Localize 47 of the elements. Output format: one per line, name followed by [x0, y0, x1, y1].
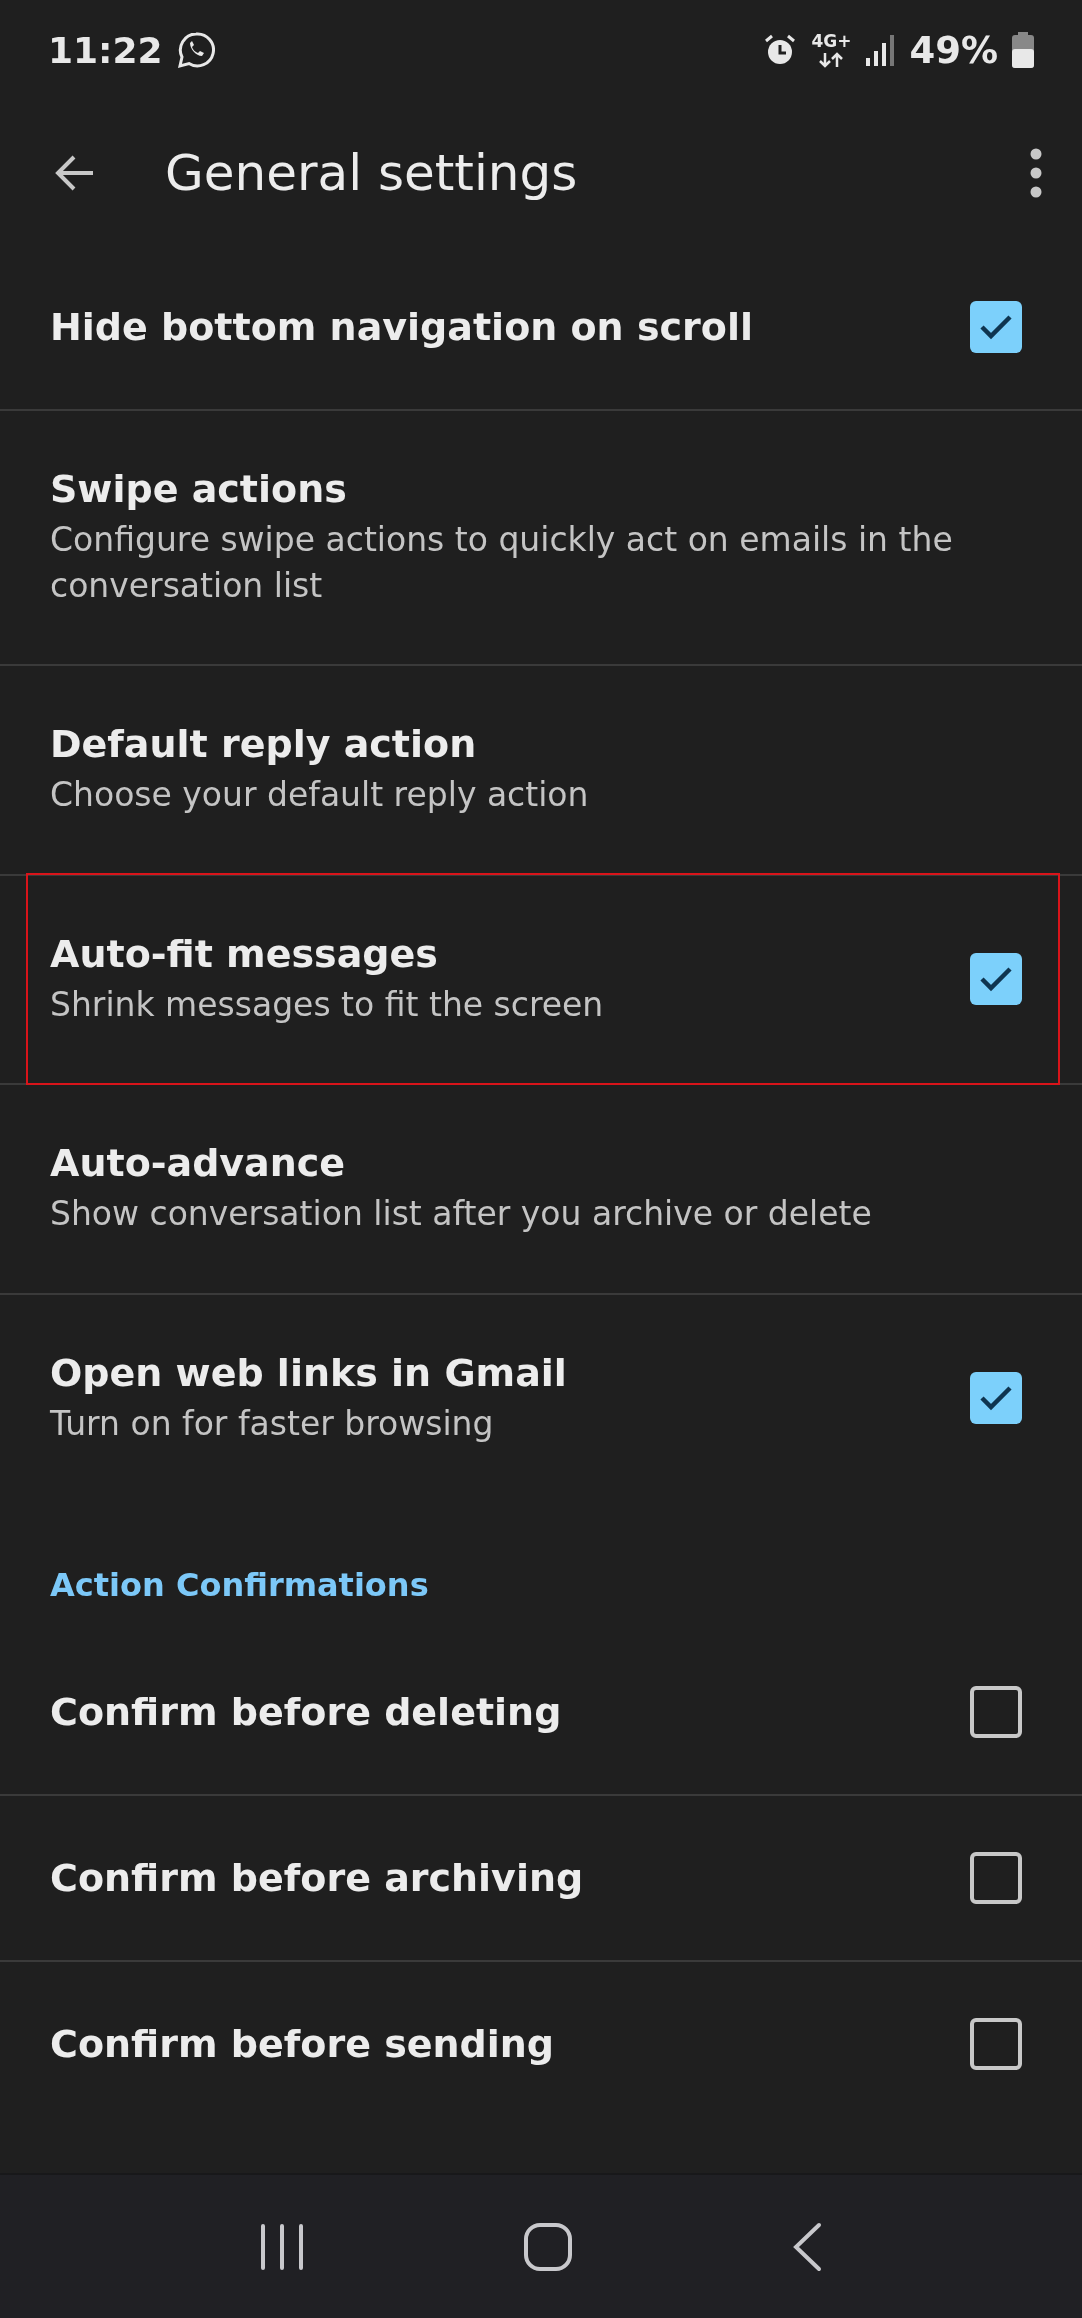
setting-title: Auto-fit messages	[50, 931, 439, 976]
more-options-icon[interactable]	[1030, 147, 1042, 198]
battery-icon	[1012, 32, 1034, 68]
setting-description: Shrink messages to fit the screen	[50, 983, 605, 1026]
setting-title: Auto-advance	[50, 1141, 347, 1186]
setting-title: Swipe actions	[50, 467, 348, 511]
setting-title: Confirm before archiving	[50, 1856, 585, 1901]
setting-row[interactable]: Confirm before deleting	[0, 1630, 1082, 1797]
check-icon	[979, 314, 1013, 340]
setting-row[interactable]: Open web links in Gmail Turn on for faster browsing	[0, 1294, 1082, 1503]
setting-row[interactable]: Auto-fit messages Shrink messages to fit the screen	[0, 875, 1082, 1086]
clock: 11:22	[48, 29, 163, 71]
setting-title: Confirm before sending	[50, 2022, 556, 2067]
section-header: Action Confirmations	[49, 1565, 430, 1607]
check-icon	[979, 966, 1013, 993]
back-arrow-icon[interactable]	[55, 154, 95, 191]
setting-description: Turn on for faster browsing	[50, 1402, 495, 1445]
chat-icon	[176, 31, 215, 69]
checkbox[interactable]	[970, 1686, 1022, 1739]
checkbox[interactable]	[970, 1852, 1022, 1905]
page-title: General settings	[165, 143, 579, 202]
setting-row[interactable]: Hide bottom navigation on scroll	[0, 245, 1082, 411]
back-icon[interactable]	[792, 2221, 823, 2272]
alarm-icon	[763, 33, 798, 67]
checkbox[interactable]	[970, 2018, 1022, 2071]
setting-row[interactable]: Confirm before archiving	[0, 1796, 1082, 1963]
checkbox[interactable]	[970, 301, 1022, 353]
checkbox[interactable]	[970, 1372, 1022, 1425]
setting-description: Configure swipe actions to quickly act on emails in the conversation list	[50, 519, 954, 607]
setting-title: Confirm before deleting	[50, 1690, 563, 1735]
setting-title: Default reply action	[50, 722, 478, 767]
recent-apps-icon[interactable]	[259, 2222, 304, 2271]
home-icon[interactable]	[523, 2221, 573, 2272]
setting-title: Hide bottom navigation on scroll	[50, 305, 754, 349]
battery-level: 49%	[909, 28, 998, 72]
setting-row[interactable]: Default reply action Choose your default reply action	[0, 666, 1082, 876]
network-label: 4G+	[811, 32, 852, 50]
setting-description: Show conversation list after you archive or delete	[50, 1193, 873, 1236]
checkbox[interactable]	[970, 953, 1022, 1006]
setting-row[interactable]: Swipe actions Configure swipe actions to quickly act on emails in the conversation list	[0, 411, 1082, 667]
check-icon	[979, 1385, 1013, 1412]
signal-icon	[865, 34, 896, 66]
data-arrows-icon	[818, 51, 845, 68]
setting-title: Open web links in Gmail	[50, 1350, 568, 1395]
setting-row[interactable]: Auto-advance Show conversation list after you archive or delete	[0, 1085, 1082, 1295]
setting-description: Choose your default reply action	[50, 774, 590, 817]
setting-row[interactable]: Confirm before sending	[0, 1962, 1082, 2127]
